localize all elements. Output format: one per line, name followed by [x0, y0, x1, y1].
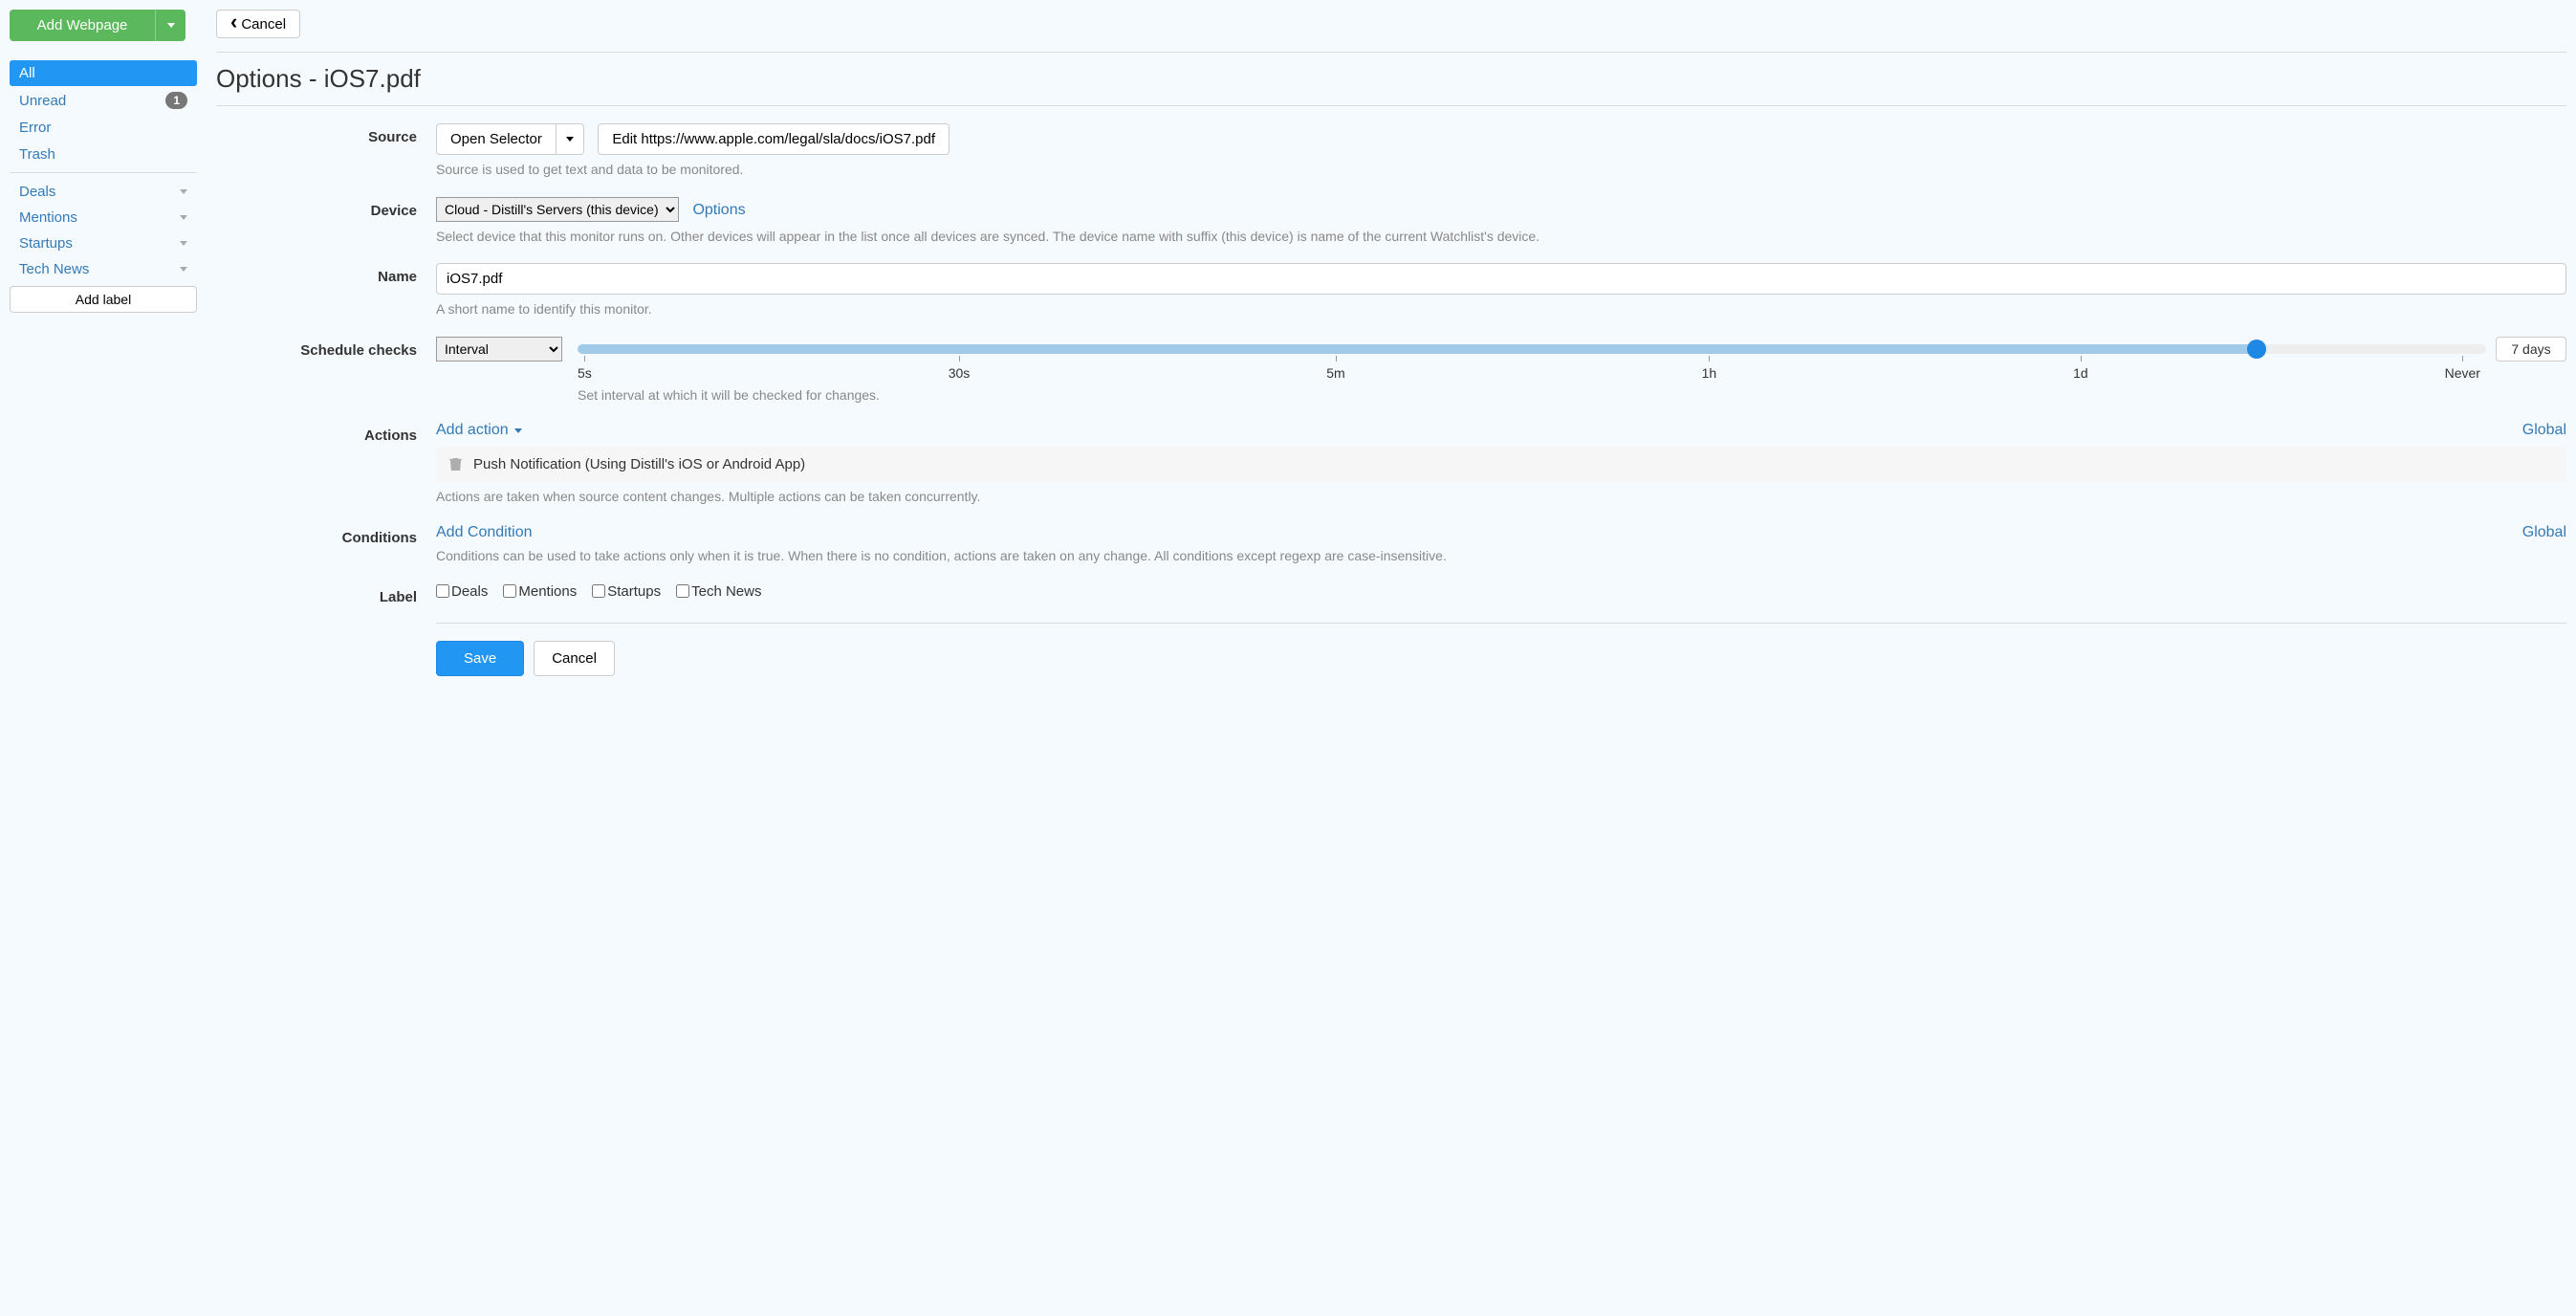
label-checkboxes: Deals Mentions Startups Tech News	[436, 583, 2566, 600]
add-webpage-button[interactable]: Add Webpage	[10, 10, 155, 41]
sidebar-item-label: Unread	[19, 93, 66, 109]
tick-5m: 5m	[1326, 365, 1344, 381]
tick-1d: 1d	[2073, 365, 2088, 381]
label-check-deals[interactable]: Deals	[436, 583, 488, 600]
trash-icon[interactable]	[449, 457, 462, 472]
sidebar-item-label: Tech News	[19, 261, 89, 277]
sidebar-filter-all[interactable]: All	[10, 60, 197, 86]
sidebar-item-label: All	[19, 65, 35, 81]
caret-down-icon	[180, 215, 187, 220]
actions-help: Actions are taken when source content ch…	[436, 488, 2566, 507]
label-source: Source	[216, 123, 436, 180]
unread-badge: 1	[165, 92, 187, 109]
chevron-left-icon	[230, 15, 237, 33]
sidebar-label-mentions[interactable]: Mentions	[10, 205, 197, 230]
add-action-link[interactable]: Add action	[436, 422, 522, 439]
tick-1h: 1h	[1702, 365, 1717, 381]
cancel-label: Cancel	[241, 16, 286, 33]
sidebar-item-label: Error	[19, 120, 51, 136]
sidebar-filter-error[interactable]: Error	[10, 115, 197, 141]
label-name: Name	[216, 263, 436, 319]
row-source: Source Open Selector Edit https://www.ap…	[216, 123, 2566, 180]
action-text: Push Notification (Using Distill's iOS o…	[473, 456, 805, 472]
cancel-button[interactable]: Cancel	[534, 641, 615, 676]
row-label: Label Deals Mentions Startups	[216, 583, 2566, 605]
sidebar-item-label: Deals	[19, 184, 55, 200]
label-actions: Actions	[216, 422, 436, 507]
source-help: Source is used to get text and data to b…	[436, 161, 2566, 180]
open-selector-button[interactable]: Open Selector	[436, 123, 557, 155]
slider-fill	[578, 344, 2257, 354]
slider-ticks: 5s 30s 5m 1h 1d Never	[578, 365, 2566, 381]
caret-down-icon	[167, 23, 175, 28]
add-webpage-dropdown[interactable]	[155, 10, 186, 41]
row-schedule: Schedule checks Interval 7 days	[216, 337, 2566, 406]
sidebar: Add Webpage All Unread 1 Error Trash Dea…	[10, 10, 197, 676]
page-title-wrap: Options - iOS7.pdf	[216, 52, 2566, 106]
tick-30s: 30s	[949, 365, 971, 381]
sidebar-item-label: Trash	[19, 146, 55, 163]
main-content: Cancel Options - iOS7.pdf Source Open Se…	[197, 10, 2566, 676]
checkbox-deals[interactable]	[436, 584, 449, 598]
label-label: Label	[216, 583, 436, 605]
row-actions: Actions Add action Global Push Notificat…	[216, 422, 2566, 507]
interval-slider[interactable]	[578, 344, 2486, 354]
device-help: Select device that this monitor runs on.…	[436, 228, 2566, 247]
open-selector-dropdown[interactable]	[557, 123, 584, 155]
add-webpage-button-group: Add Webpage	[10, 10, 186, 41]
sidebar-label-tech-news[interactable]: Tech News	[10, 256, 197, 282]
label-check-startups[interactable]: Startups	[592, 583, 661, 600]
label-device: Device	[216, 197, 436, 247]
sidebar-label-deals[interactable]: Deals	[10, 179, 197, 205]
add-label-button[interactable]: Add label	[10, 286, 197, 313]
checkbox-tech-news[interactable]	[676, 584, 689, 598]
page-title: Options - iOS7.pdf	[216, 64, 2566, 94]
name-help: A short name to identify this monitor.	[436, 300, 2566, 319]
caret-down-icon	[566, 137, 574, 142]
sidebar-filter-trash[interactable]: Trash	[10, 142, 197, 167]
device-select[interactable]: Cloud - Distill's Servers (this device)	[436, 197, 679, 222]
label-conditions: Conditions	[216, 524, 436, 566]
caret-down-icon	[180, 241, 187, 246]
checkbox-mentions[interactable]	[503, 584, 516, 598]
sidebar-item-label: Mentions	[19, 209, 77, 226]
open-selector-group: Open Selector	[436, 123, 584, 155]
schedule-help: Set interval at which it will be checked…	[578, 386, 2566, 406]
label-check-tech-news[interactable]: Tech News	[676, 583, 761, 600]
tick-5s: 5s	[578, 365, 592, 381]
actions-global-link[interactable]: Global	[2522, 422, 2566, 439]
device-options-link[interactable]: Options	[692, 202, 745, 218]
row-name: Name A short name to identify this monit…	[216, 263, 2566, 319]
caret-down-icon	[180, 267, 187, 272]
sidebar-label-list: Deals Mentions Startups Tech News	[10, 179, 197, 282]
back-cancel-button[interactable]: Cancel	[216, 10, 300, 38]
footer-actions: Save Cancel	[436, 623, 2566, 676]
row-conditions: Conditions Add Condition Global Conditio…	[216, 524, 2566, 566]
conditions-help: Conditions can be used to take actions o…	[436, 547, 2566, 566]
checkbox-startups[interactable]	[592, 584, 605, 598]
label-check-mentions[interactable]: Mentions	[503, 583, 577, 600]
sidebar-filter-unread[interactable]: Unread 1	[10, 87, 197, 114]
conditions-global-link[interactable]: Global	[2522, 524, 2566, 541]
schedule-mode-select[interactable]: Interval	[436, 337, 562, 362]
caret-down-icon	[180, 189, 187, 194]
slider-area: 7 days 5s 30s 5m 1h 1d Never Set interva…	[578, 337, 2566, 406]
sidebar-label-startups[interactable]: Startups	[10, 230, 197, 256]
name-input[interactable]	[436, 263, 2566, 295]
add-condition-link[interactable]: Add Condition	[436, 524, 533, 541]
caret-down-icon	[514, 428, 522, 433]
slider-handle[interactable]	[2247, 340, 2266, 359]
label-schedule: Schedule checks	[216, 337, 436, 406]
action-item: Push Notification (Using Distill's iOS o…	[436, 447, 2566, 482]
sidebar-filter-list: All Unread 1 Error Trash	[10, 60, 197, 173]
edit-source-button[interactable]: Edit https://www.apple.com/legal/sla/doc…	[598, 123, 950, 155]
save-button[interactable]: Save	[436, 641, 524, 676]
top-bar: Cancel	[216, 10, 2566, 38]
tick-never: Never	[2445, 365, 2480, 381]
sidebar-item-label: Startups	[19, 235, 73, 252]
row-device: Device Cloud - Distill's Servers (this d…	[216, 197, 2566, 247]
interval-value: 7 days	[2496, 337, 2566, 362]
